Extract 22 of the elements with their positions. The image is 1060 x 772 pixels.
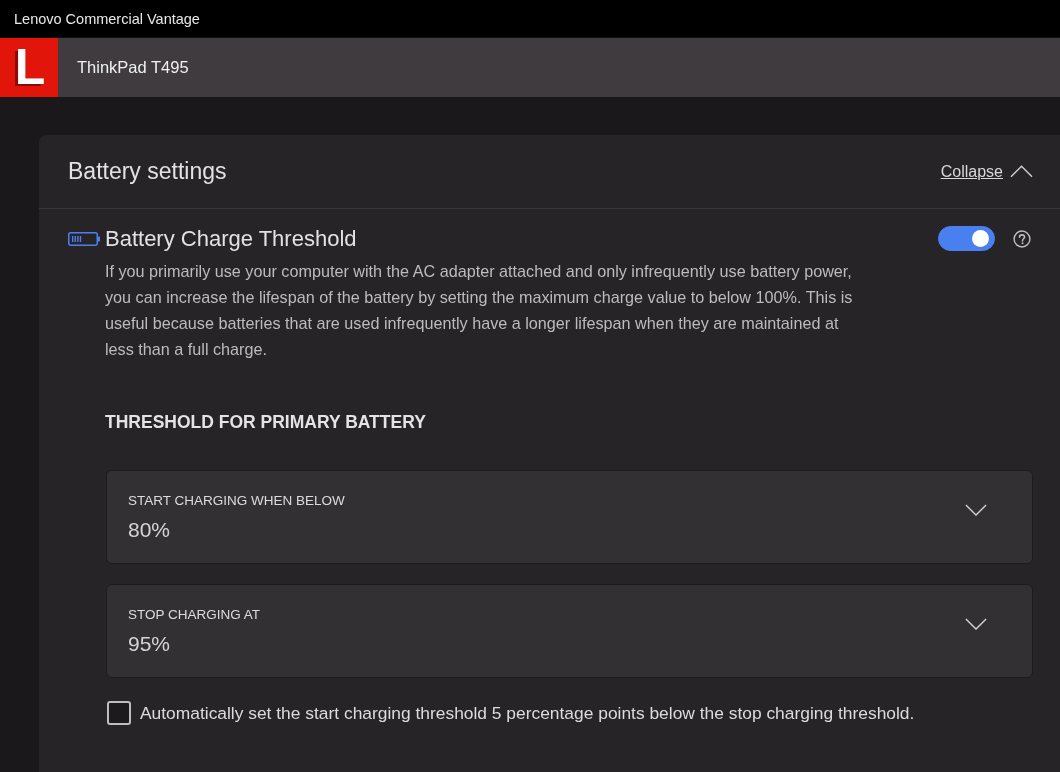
description-text: If you primarily use your computer with the AC adapter attached and only infrequently use battery power, you can increase the lifespan of the battery by setting the maximum charge value to below 100%. This is useful because batteries that are used infrequently have a longer lifespan when they are maintained at less than a full charge.: [105, 261, 854, 360]
device-name: ThinkPad T495: [77, 58, 189, 77]
collapse-link[interactable]: Collapse: [940, 162, 1003, 181]
card-title: Battery settings: [68, 158, 227, 185]
window-title: Lenovo Commercial Vantage: [14, 10, 200, 27]
help-icon[interactable]: [1013, 229, 1031, 248]
chevron-icon[interactable]: [1010, 165, 1033, 178]
checkbox-label: Automatically set the start charging threshold 5 percentage points below the stop charging threshold.: [140, 702, 915, 724]
dropdown-label: START CHARGING WHEN BELOW: [128, 493, 345, 509]
dropdown-value: 80%: [128, 517, 171, 542]
section-heading: THRESHOLD FOR PRIMARY BATTERY: [105, 412, 426, 432]
threshold-dropdown[interactable]: START CHARGING WHEN BELOW 80%: [106, 470, 1033, 564]
checkbox[interactable]: [107, 701, 131, 725]
toggle-switch[interactable]: [938, 226, 995, 251]
feature-title: Battery Charge Threshold: [105, 225, 357, 252]
dropdown-value: 95%: [128, 631, 171, 656]
chevron-down-icon[interactable]: [965, 504, 987, 516]
chevron-down-icon[interactable]: [965, 618, 987, 630]
battery-icon: [68, 231, 100, 246]
dropdown-label: STOP CHARGING AT: [128, 607, 261, 623]
threshold-dropdown[interactable]: STOP CHARGING AT 95%: [106, 584, 1033, 678]
app-logo: L: [0, 38, 58, 97]
